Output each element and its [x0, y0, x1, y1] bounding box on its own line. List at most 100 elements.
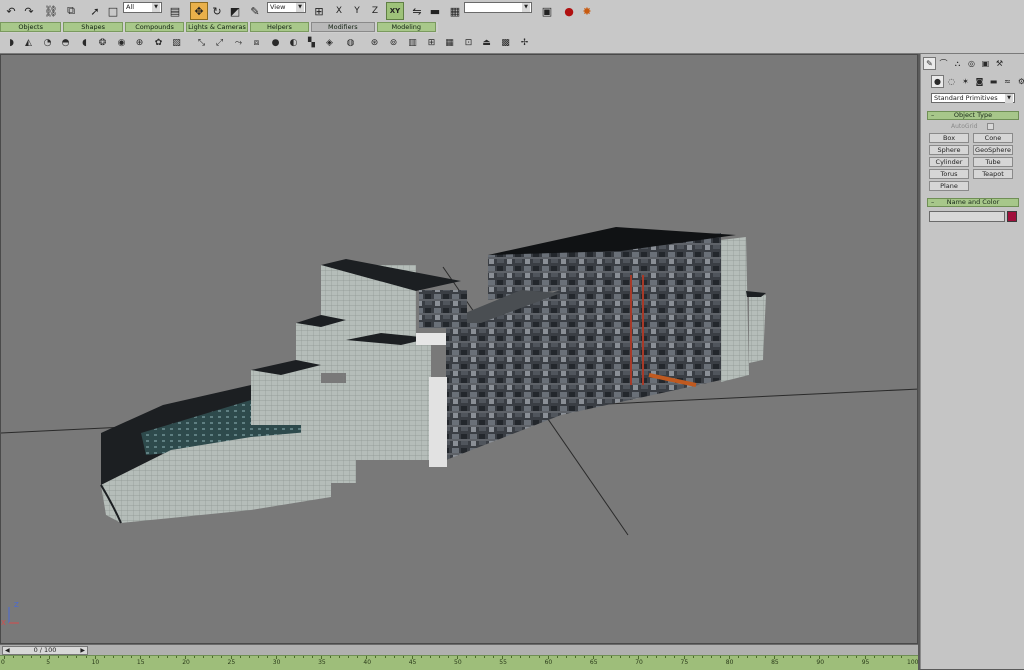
sphere-geo-icon[interactable]: ●	[269, 36, 282, 49]
select-and-move-icon[interactable]: ✥	[190, 2, 208, 20]
render-icon[interactable]: ✸	[578, 2, 596, 20]
tube-button[interactable]: Tube	[973, 157, 1013, 167]
select-object-icon[interactable]: ➚	[86, 2, 104, 20]
poly-select-icon[interactable]: ▦	[443, 36, 456, 49]
building-model[interactable]	[100, 227, 766, 524]
perspective-viewport[interactable]: Z X	[0, 54, 918, 644]
edit-mesh-icon[interactable]: ▚	[305, 36, 318, 49]
geosphere-button[interactable]: GeoSphere	[973, 145, 1013, 155]
undo-icon[interactable]: ↶	[2, 2, 20, 20]
tab-compounds[interactable]: Compounds	[124, 22, 185, 32]
selection-filter-dropdown[interactable]: All ▼	[123, 2, 162, 13]
slice-icon[interactable]: ◍	[344, 36, 357, 49]
select-and-scale-icon[interactable]: ◩	[226, 2, 244, 20]
track-bar[interactable]: 0 5 10 15 20 25 30 35 40 45 50 55 60 65 70 75 80 85 90 95 10…	[0, 655, 918, 670]
space-warps-icon[interactable]: ≈	[1001, 75, 1014, 88]
mesh-smooth-icon[interactable]: ✿	[152, 36, 165, 49]
tab-lights-cameras[interactable]: Lights & Cameras	[186, 22, 248, 32]
unwrap-uvw-icon[interactable]: ⤢	[213, 36, 226, 49]
modify-panel-icon[interactable]: ⌒	[937, 57, 950, 70]
ffd-icon[interactable]: ◉	[115, 36, 128, 49]
shell-icon[interactable]: ▧	[170, 36, 183, 49]
axis-xy-button[interactable]: XY	[386, 2, 404, 20]
named-selection-dropdown[interactable]: ▼	[464, 2, 532, 13]
sphere-button[interactable]: Sphere	[929, 145, 969, 155]
object-name-field[interactable]	[929, 211, 1005, 222]
lights-icon[interactable]: ✶	[959, 75, 972, 88]
autogrid-checkbox[interactable]	[987, 123, 994, 130]
geometry-icon[interactable]: ●	[931, 75, 944, 88]
optimize-icon[interactable]: ✢	[518, 36, 531, 49]
object-type-rollout-header[interactable]: – Object Type	[927, 111, 1019, 120]
hsds-icon[interactable]: ▥	[406, 36, 419, 49]
taper-icon[interactable]: ◭	[22, 36, 35, 49]
object-color-swatch[interactable]	[1007, 211, 1017, 222]
hierarchy-panel-icon[interactable]: ⛬	[951, 57, 964, 70]
teapot-button[interactable]: Teapot	[973, 169, 1013, 179]
unlink-icon[interactable]: ⧉	[62, 2, 80, 20]
box-button[interactable]: Box	[929, 133, 969, 143]
manipulate-icon[interactable]: ✎	[246, 2, 264, 20]
cameras-icon[interactable]: ◙	[973, 75, 986, 88]
cap-holes-icon[interactable]: ⏏	[480, 36, 493, 49]
time-next-arrow-icon[interactable]: ▶	[80, 647, 85, 654]
uvw-map-icon[interactable]: ⤡	[195, 36, 208, 49]
symmetry-icon[interactable]: ⧈	[250, 36, 263, 49]
layer-manager-icon[interactable]: ▦	[446, 2, 464, 20]
schematic-view-icon[interactable]: ▣	[538, 2, 556, 20]
select-and-rotate-icon[interactable]: ↻	[208, 2, 226, 20]
squeeze-icon[interactable]: ❂	[96, 36, 109, 49]
systems-icon[interactable]: ⚙	[1015, 75, 1024, 88]
time-prev-arrow-icon[interactable]: ◀	[5, 647, 10, 654]
tab-helpers[interactable]: Helpers	[249, 22, 310, 32]
edit-poly-icon[interactable]: ◐	[287, 36, 300, 49]
timeline-tick-label: 95	[861, 659, 870, 666]
path-deform-icon[interactable]: ⤳	[232, 36, 245, 49]
axis-x-button[interactable]: X	[330, 2, 348, 20]
primitive-category-dropdown[interactable]: Standard Primitives ▼	[931, 93, 1015, 103]
torus-button[interactable]: Torus	[929, 169, 969, 179]
shapes-icon[interactable]: ◌	[945, 75, 958, 88]
name-and-color-rollout-header[interactable]: – Name and Color	[927, 198, 1019, 207]
cone-button[interactable]: Cone	[973, 133, 1013, 143]
tab-shapes[interactable]: Shapes	[63, 22, 123, 32]
select-region-icon[interactable]: □	[104, 2, 122, 20]
axis-y-button[interactable]: Y	[348, 2, 366, 20]
helpers-icon[interactable]: ▬	[987, 75, 1000, 88]
noise-icon[interactable]: ◓	[59, 36, 72, 49]
mesh-select-icon[interactable]: ⊞	[425, 36, 438, 49]
timeline-tick-mark	[266, 656, 268, 658]
motion-panel-icon[interactable]: ◎	[965, 57, 978, 70]
timeline-tick-mark	[810, 656, 812, 658]
axis-z-button[interactable]: Z	[366, 2, 384, 20]
pivot-center-icon[interactable]: ⊞	[310, 2, 328, 20]
stretch-icon[interactable]: ◖	[78, 36, 91, 49]
timeline-tick-mark	[411, 656, 413, 659]
time-slider[interactable]: ◀ 0 / 100 ▶	[2, 646, 88, 655]
timeline-tick-mark	[248, 656, 250, 658]
utilities-panel-icon[interactable]: ⚒	[993, 57, 1006, 70]
bend-icon[interactable]: ◗	[5, 36, 18, 49]
redo-icon[interactable]: ↷	[20, 2, 38, 20]
spherify-icon[interactable]: ◈	[323, 36, 336, 49]
morpher-icon[interactable]: ⊛	[368, 36, 381, 49]
mirror-icon[interactable]: ⇋	[408, 2, 426, 20]
volume-select-icon[interactable]: ⊡	[462, 36, 475, 49]
twist-icon[interactable]: ◔	[41, 36, 54, 49]
checker-map-icon[interactable]: ▩	[499, 36, 512, 49]
align-icon[interactable]: ▬	[426, 2, 444, 20]
timeline-tick-mark	[212, 656, 214, 658]
tab-objects[interactable]: Objects	[0, 22, 62, 32]
plane-button[interactable]: Plane	[929, 181, 969, 191]
create-panel-icon[interactable]: ✎	[923, 57, 936, 70]
tab-modifiers[interactable]: Modifiers	[311, 22, 375, 32]
lattice-icon[interactable]: ⊕	[133, 36, 146, 49]
display-panel-icon[interactable]: ▣	[979, 57, 992, 70]
material-editor-icon[interactable]: ●	[560, 2, 578, 20]
cylinder-button[interactable]: Cylinder	[929, 157, 969, 167]
select-and-link-icon[interactable]: ⛓	[42, 2, 60, 20]
tab-modeling[interactable]: Modeling	[376, 22, 436, 32]
skin-icon[interactable]: ⊚	[387, 36, 400, 49]
select-by-name-icon[interactable]: ▤	[166, 2, 184, 20]
reference-coordinate-dropdown[interactable]: View ▼	[267, 2, 306, 13]
